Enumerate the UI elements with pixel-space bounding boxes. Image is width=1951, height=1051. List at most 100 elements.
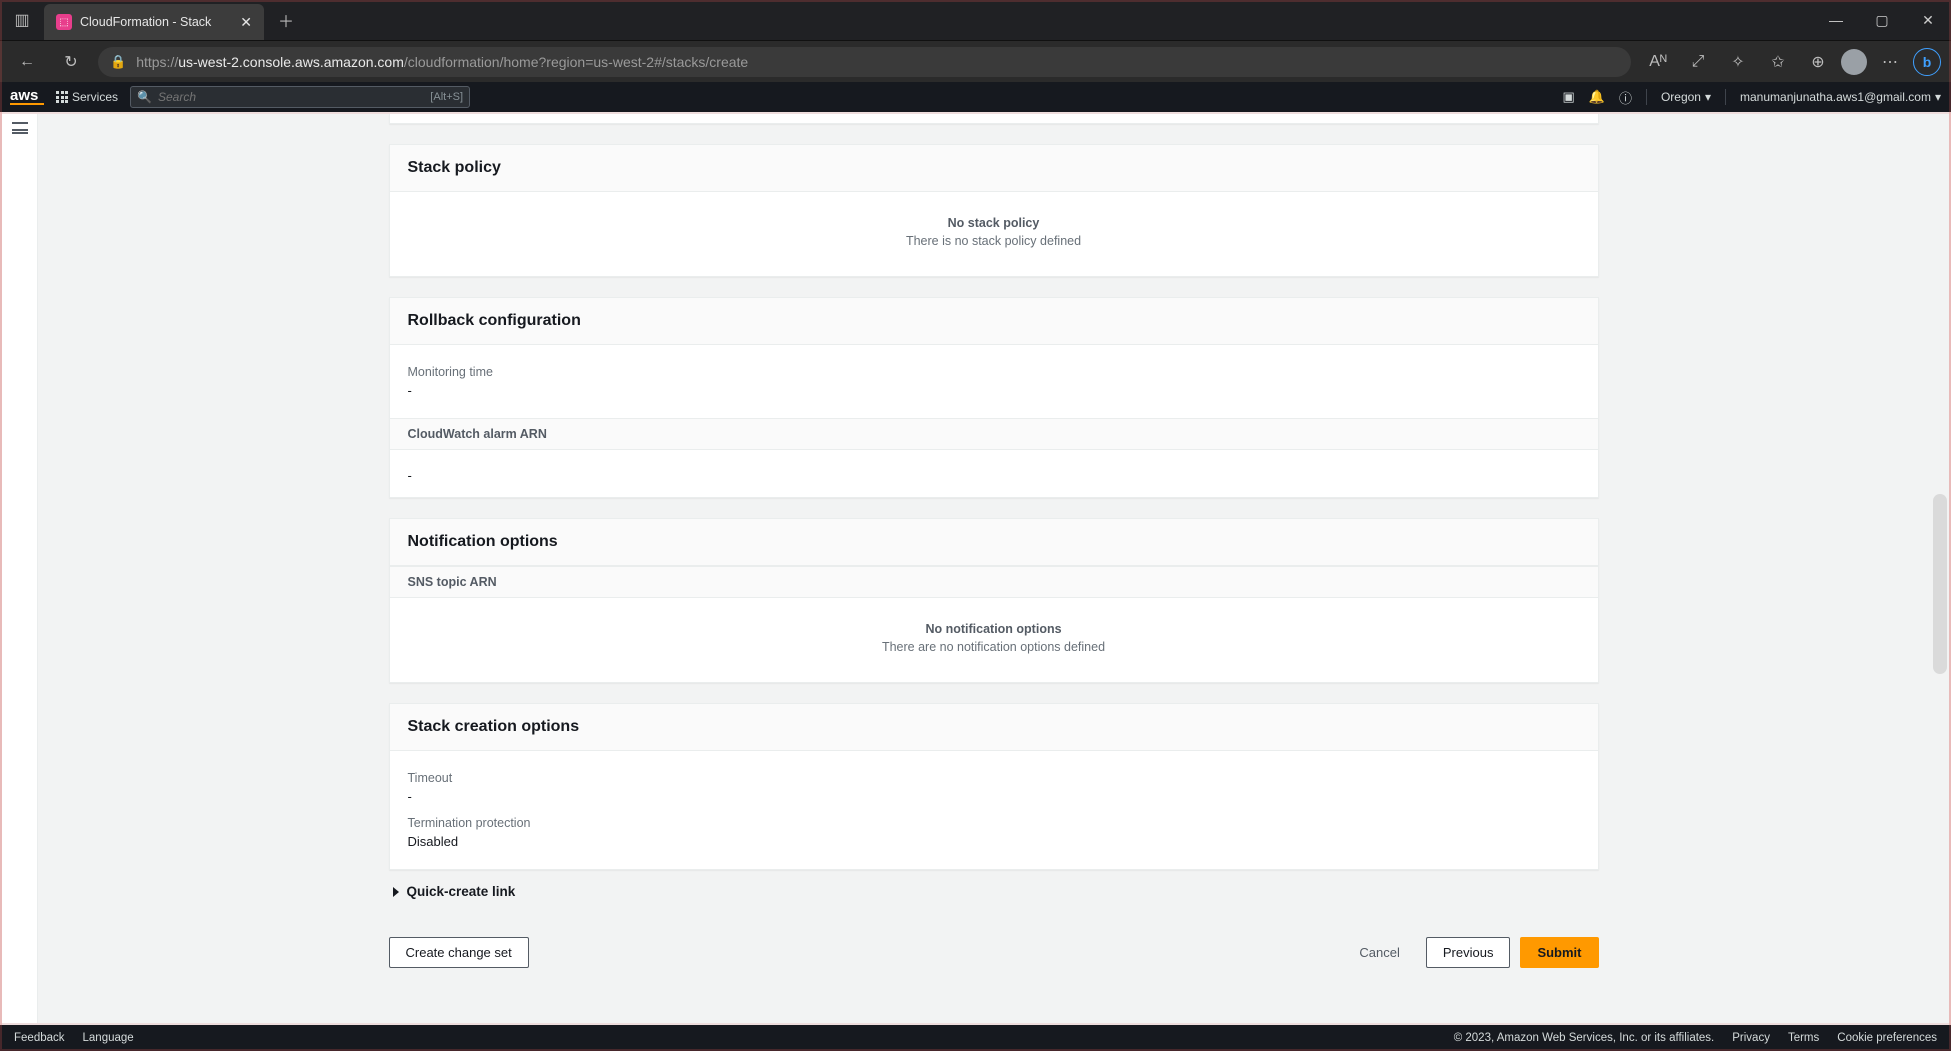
collections-icon[interactable]: ⊕ bbox=[1801, 47, 1835, 77]
region-selector[interactable]: Oregon ▾ bbox=[1661, 90, 1711, 104]
panel-notification-options: Notification options SNS topic ARN No no… bbox=[389, 518, 1599, 683]
empty-state: No stack policy There is no stack policy… bbox=[408, 206, 1580, 262]
field-label: Termination protection bbox=[408, 816, 1580, 830]
footer-privacy[interactable]: Privacy bbox=[1732, 1032, 1770, 1044]
content-scroll[interactable]: Stack policy No stack policy There is no… bbox=[38, 114, 1949, 1023]
chevron-down-icon: ▾ bbox=[1935, 90, 1941, 104]
submit-button[interactable]: Submit bbox=[1520, 937, 1598, 968]
window-minimize-icon[interactable]: — bbox=[1813, 0, 1859, 40]
field-label: Monitoring time bbox=[408, 365, 1580, 379]
read-aloud-icon[interactable]: Aᴺ bbox=[1641, 47, 1675, 77]
panel-title: Rollback configuration bbox=[408, 312, 1580, 330]
tab-title: CloudFormation - Stack bbox=[80, 15, 211, 29]
zoom-icon[interactable]: ⤢ bbox=[1681, 47, 1715, 77]
quick-create-label: Quick-create link bbox=[407, 884, 516, 899]
panel-header: Notification options bbox=[390, 519, 1598, 566]
address-bar[interactable]: 🔒 https://us-west-2.console.aws.amazon.c… bbox=[98, 47, 1631, 77]
browser-titlebar: ▥ ⬚ CloudFormation - Stack ✕ ＋ — ▢ ✕ bbox=[0, 0, 1951, 40]
help-icon[interactable]: ⓘ bbox=[1619, 88, 1632, 107]
region-label: Oregon bbox=[1661, 90, 1701, 104]
divider bbox=[1646, 89, 1647, 105]
footer-cookies[interactable]: Cookie preferences bbox=[1837, 1032, 1937, 1044]
tab-strip: ▥ ⬚ CloudFormation - Stack ✕ ＋ bbox=[0, 0, 308, 40]
field-value: - bbox=[408, 383, 1580, 398]
search-shortcut: [Alt+S] bbox=[430, 91, 463, 103]
aws-footer: Feedback Language © 2023, Amazon Web Ser… bbox=[0, 1025, 1951, 1051]
cloudshell-icon[interactable]: ▣ bbox=[1562, 89, 1574, 105]
window-controls: — ▢ ✕ bbox=[1813, 0, 1951, 40]
empty-title: No notification options bbox=[408, 622, 1580, 636]
aws-search[interactable]: 🔍 [Alt+S] bbox=[130, 86, 470, 108]
browser-tab[interactable]: ⬚ CloudFormation - Stack ✕ bbox=[44, 4, 264, 40]
previous-button[interactable]: Previous bbox=[1426, 937, 1511, 968]
create-change-set-button[interactable]: Create change set bbox=[389, 937, 529, 968]
panel-header: Stack policy bbox=[390, 145, 1598, 192]
divider bbox=[1725, 89, 1726, 105]
aws-nav-right: ▣ 🔔 ⓘ Oregon ▾ manumanjunatha.aws1@gmail… bbox=[1562, 88, 1941, 107]
subheader-alarm-arn: CloudWatch alarm ARN bbox=[390, 418, 1598, 450]
aws-search-input[interactable] bbox=[158, 90, 424, 104]
favorites-bar-icon[interactable]: ✩ bbox=[1761, 47, 1795, 77]
account-label: manumanjunatha.aws1@gmail.com bbox=[1740, 90, 1931, 104]
window-close-icon[interactable]: ✕ bbox=[1905, 0, 1951, 40]
chevron-down-icon: ▾ bbox=[1705, 90, 1711, 104]
window-maximize-icon[interactable]: ▢ bbox=[1859, 0, 1905, 40]
footer-language[interactable]: Language bbox=[83, 1032, 134, 1044]
empty-subtitle: There is no stack policy defined bbox=[408, 234, 1580, 248]
panel-header: Stack creation options bbox=[390, 704, 1598, 751]
new-tab-button[interactable]: ＋ bbox=[264, 0, 308, 40]
nav-back-icon[interactable]: ← bbox=[10, 47, 44, 77]
tab-actions-icon[interactable]: ▥ bbox=[0, 0, 44, 40]
panel-stack-policy: Stack policy No stack policy There is no… bbox=[389, 144, 1599, 277]
field-monitoring-time: Monitoring time - bbox=[408, 359, 1580, 404]
services-menu[interactable]: Services bbox=[56, 90, 118, 104]
cancel-button[interactable]: Cancel bbox=[1343, 937, 1415, 968]
subheader-sns-arn: SNS topic ARN bbox=[390, 566, 1598, 598]
field-value: - bbox=[408, 789, 1580, 804]
browser-chrome: ▥ ⬚ CloudFormation - Stack ✕ ＋ — ▢ ✕ ← ↻… bbox=[0, 0, 1951, 82]
footer-feedback[interactable]: Feedback bbox=[14, 1032, 65, 1044]
browser-toolbar: ← ↻ 🔒 https://us-west-2.console.aws.amaz… bbox=[0, 40, 1951, 82]
hamburger-icon bbox=[12, 122, 28, 134]
aws-logo[interactable]: aws bbox=[10, 89, 44, 105]
lock-icon: 🔒 bbox=[110, 54, 126, 70]
favorite-icon[interactable]: ✧ bbox=[1721, 47, 1755, 77]
panel-stack-creation-options: Stack creation options Timeout - Termina… bbox=[389, 703, 1599, 870]
panel-cutoff-top bbox=[389, 114, 1599, 124]
bing-chat-icon[interactable]: b bbox=[1913, 48, 1941, 76]
sidebar-toggle[interactable] bbox=[2, 114, 38, 1023]
panel-header: Rollback configuration bbox=[390, 298, 1598, 345]
footer-copyright: © 2023, Amazon Web Services, Inc. or its… bbox=[1454, 1032, 1715, 1044]
profile-avatar-icon[interactable] bbox=[1841, 49, 1867, 75]
triangle-right-icon bbox=[393, 887, 399, 897]
panel-body: - bbox=[390, 450, 1598, 497]
browser-menu-icon[interactable]: ⋯ bbox=[1873, 47, 1907, 77]
footer-terms[interactable]: Terms bbox=[1788, 1032, 1819, 1044]
url-text: https://us-west-2.console.aws.amazon.com… bbox=[136, 54, 748, 70]
scrollbar-thumb[interactable] bbox=[1933, 494, 1947, 674]
url-path: /cloudformation/home?region=us-west-2#/s… bbox=[404, 54, 748, 70]
aws-top-nav: aws Services 🔍 [Alt+S] ▣ 🔔 ⓘ Oregon ▾ ma… bbox=[0, 82, 1951, 112]
services-label: Services bbox=[72, 90, 118, 104]
empty-subtitle: There are no notification options define… bbox=[408, 640, 1580, 654]
grid-icon bbox=[56, 91, 68, 103]
url-scheme: https:// bbox=[136, 54, 178, 70]
read-aloud-label: Aᴺ bbox=[1649, 53, 1667, 71]
panel-body: No notification options There are no not… bbox=[390, 598, 1598, 682]
panel-body: Monitoring time - bbox=[390, 345, 1598, 418]
url-host: us-west-2.console.aws.amazon.com bbox=[178, 54, 404, 70]
wizard-right-buttons: Cancel Previous Submit bbox=[1343, 937, 1598, 968]
close-tab-icon[interactable]: ✕ bbox=[240, 14, 252, 31]
quick-create-link-toggle[interactable]: Quick-create link bbox=[389, 870, 1599, 913]
page-body: Stack policy No stack policy There is no… bbox=[0, 112, 1951, 1025]
wizard-footer: Create change set Cancel Previous Submit bbox=[389, 937, 1599, 968]
alarm-arn-value: - bbox=[408, 468, 1580, 483]
panel-title: Stack policy bbox=[408, 159, 1580, 177]
field-value: Disabled bbox=[408, 834, 1580, 849]
nav-refresh-icon[interactable]: ↻ bbox=[54, 47, 88, 77]
account-menu[interactable]: manumanjunatha.aws1@gmail.com ▾ bbox=[1740, 90, 1941, 104]
panel-title: Stack creation options bbox=[408, 718, 1580, 736]
cloudformation-favicon-icon: ⬚ bbox=[56, 14, 72, 30]
notifications-icon[interactable]: 🔔 bbox=[1589, 89, 1605, 105]
toolbar-right: Aᴺ ⤢ ✧ ✩ ⊕ ⋯ b bbox=[1641, 47, 1941, 77]
